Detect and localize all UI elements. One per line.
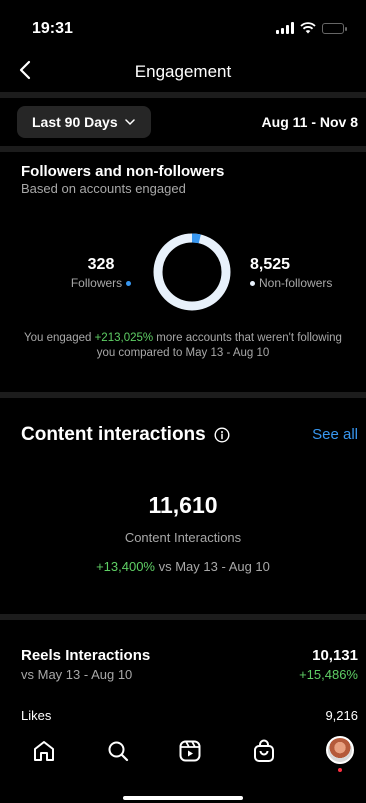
followers-label: Followers [70, 276, 123, 290]
non-followers-legend-dot [250, 280, 255, 286]
status-bar: 19:31 [0, 0, 366, 56]
search-icon[interactable] [105, 738, 131, 764]
content-interactions-comparison: +13,400% vs May 13 - Aug 10 [96, 559, 270, 574]
date-range-dropdown[interactable]: Last 90 Days [17, 106, 151, 138]
followers-stat: 328 Followers [60, 256, 142, 290]
battery-icon [322, 22, 347, 34]
divider [0, 392, 366, 398]
content-interactions-change: +13,400% [96, 559, 155, 574]
followers-section-title: Followers and non-followers [21, 163, 225, 180]
info-icon[interactable] [214, 427, 230, 443]
non-followers-stat: 8,525 Non-followers [244, 256, 344, 290]
date-range-label: Last 90 Days [32, 114, 118, 130]
date-span: Aug 11 - Nov 8 [261, 114, 358, 130]
followers-value: 328 [87, 256, 115, 273]
page-title: Engagement [134, 62, 232, 81]
followers-donut-chart [153, 233, 231, 311]
status-icons [276, 22, 347, 34]
reels-interactions-value: 10,131 [312, 647, 358, 664]
content-interactions-label: Content Interactions [124, 530, 242, 545]
nav-bar: Engagement [0, 56, 366, 92]
donut-non-followers-ring [153, 233, 231, 311]
likes-label: Likes [21, 708, 52, 723]
engagement-note: You engaged +213,025% more accounts that… [24, 332, 342, 359]
reels-interactions-title: Reels Interactions [21, 647, 151, 664]
followers-legend-dot [126, 280, 132, 286]
wifi-icon [300, 22, 316, 34]
content-interactions-value: 11,610 [148, 492, 218, 518]
followers-section-subtitle: Based on accounts engaged [21, 181, 186, 196]
status-time: 19:31 [32, 20, 73, 37]
chevron-down-icon [124, 119, 135, 126]
divider [0, 146, 366, 152]
divider [0, 92, 366, 98]
engagement-note-change: +213,025% [94, 332, 154, 344]
non-followers-label: Non-followers [259, 276, 333, 290]
content-interactions-title: Content interactions [21, 424, 230, 446]
divider [0, 614, 366, 620]
see-all-link[interactable]: See all [312, 426, 358, 443]
cellular-signal-icon [276, 22, 294, 34]
profile-avatar[interactable] [326, 736, 354, 764]
date-filter-row: Last 90 Days Aug 11 - Nov 8 [0, 106, 366, 140]
reels-interactions-change: +15,486% [299, 667, 358, 682]
notification-dot [338, 768, 342, 772]
bottom-tab-bar [0, 728, 366, 803]
likes-value: 9,216 [325, 708, 358, 723]
home-indicator [123, 796, 243, 800]
shop-icon[interactable] [251, 738, 277, 764]
non-followers-value: 8,525 [250, 256, 291, 273]
reels-interactions-subtitle: vs May 13 - Aug 10 [21, 667, 133, 682]
home-icon[interactable] [31, 738, 57, 764]
reels-icon[interactable] [177, 738, 203, 764]
